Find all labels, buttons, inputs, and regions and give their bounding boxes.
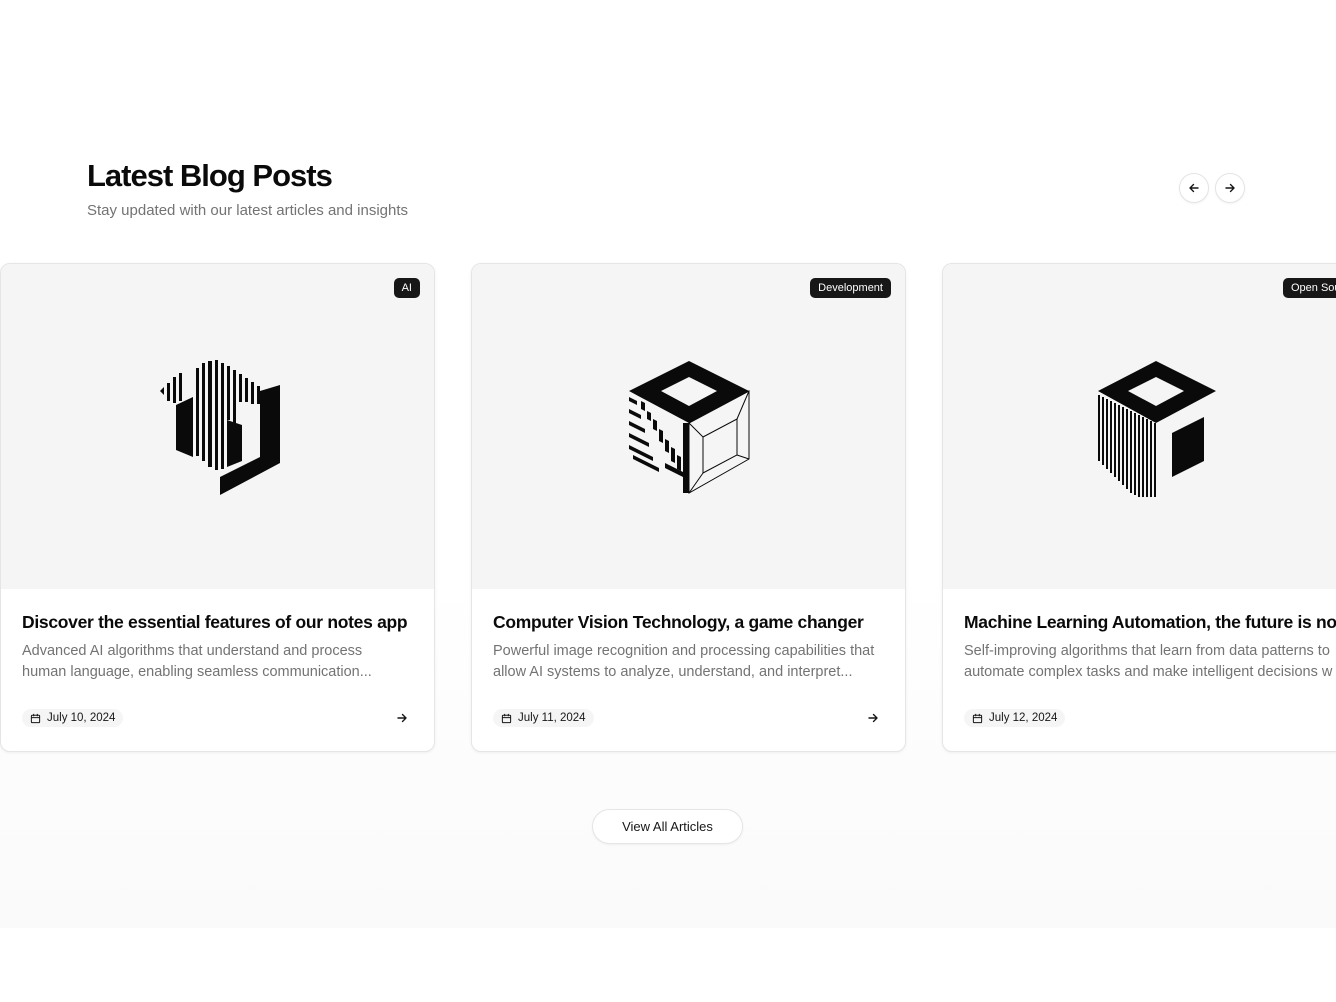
card-content: Discover the essential features of our n…: [22, 609, 413, 683]
page-subtitle: Stay updated with our latest articles an…: [87, 202, 409, 219]
card-title[interactable]: Discover the essential features of our n…: [22, 609, 413, 635]
calendar-icon: [30, 713, 41, 723]
post-date: July 11, 2024: [518, 712, 586, 724]
card-footer: July 10, 2024: [22, 707, 408, 729]
blog-card[interactable]: Open Sou Machine Learning Automation, th…: [942, 263, 1336, 752]
card-title[interactable]: Computer Vision Technology, a game chang…: [493, 609, 884, 635]
wireframe-cube-logo-icon: [628, 361, 749, 494]
calendar-icon: [972, 713, 983, 723]
post-date: July 12, 2024: [989, 712, 1058, 724]
section-header: Latest Blog Posts Stay updated with our …: [87, 155, 408, 221]
card-image: AI: [1, 264, 434, 589]
solid-cube-logo-icon: [1097, 361, 1216, 497]
category-tag: Development: [810, 278, 891, 298]
card-image: Open Sou: [943, 264, 1336, 589]
date-badge: July 12, 2024: [964, 709, 1066, 727]
arrow-right-icon: [1225, 183, 1235, 193]
card-description: Advanced AI algorithms that understand a…: [22, 643, 372, 680]
arrow-right-icon: [868, 713, 878, 723]
card-description: Powerful image recognition and processin…: [493, 643, 875, 680]
card-footer: July 11, 2024: [493, 707, 879, 729]
arrow-left-icon: [1189, 183, 1199, 193]
card-title[interactable]: Machine Learning Automation, the future …: [964, 609, 1336, 635]
card-image: Development: [472, 264, 905, 589]
carousel-next-button[interactable]: [1215, 173, 1245, 203]
view-all-articles-button[interactable]: View All Articles: [592, 809, 743, 844]
card-content: Computer Vision Technology, a game chang…: [493, 609, 884, 683]
post-date: July 10, 2024: [47, 712, 116, 724]
read-more-link[interactable]: [867, 712, 879, 724]
date-badge: July 11, 2024: [493, 709, 594, 727]
blog-card[interactable]: Development Computer Vision Technology, …: [471, 263, 906, 752]
date-badge: July 10, 2024: [22, 709, 124, 727]
striped-hexagon-logo-icon: [159, 360, 280, 495]
read-more-link[interactable]: [396, 712, 408, 724]
card-description: Self-improving algorithms that learn fro…: [964, 643, 1333, 680]
card-content: Machine Learning Automation, the future …: [964, 609, 1336, 683]
carousel-prev-button[interactable]: [1179, 173, 1209, 203]
arrow-right-icon: [397, 713, 407, 723]
category-tag: AI: [393, 278, 420, 298]
page-title: Latest Blog Posts: [87, 158, 333, 193]
carousel-nav: [1179, 173, 1245, 203]
card-footer: July 12, 2024: [964, 707, 1336, 729]
category-tag: Open Sou: [1283, 278, 1336, 298]
calendar-icon: [501, 713, 512, 723]
blog-card[interactable]: AI Discover the essential features of ou…: [0, 263, 435, 752]
